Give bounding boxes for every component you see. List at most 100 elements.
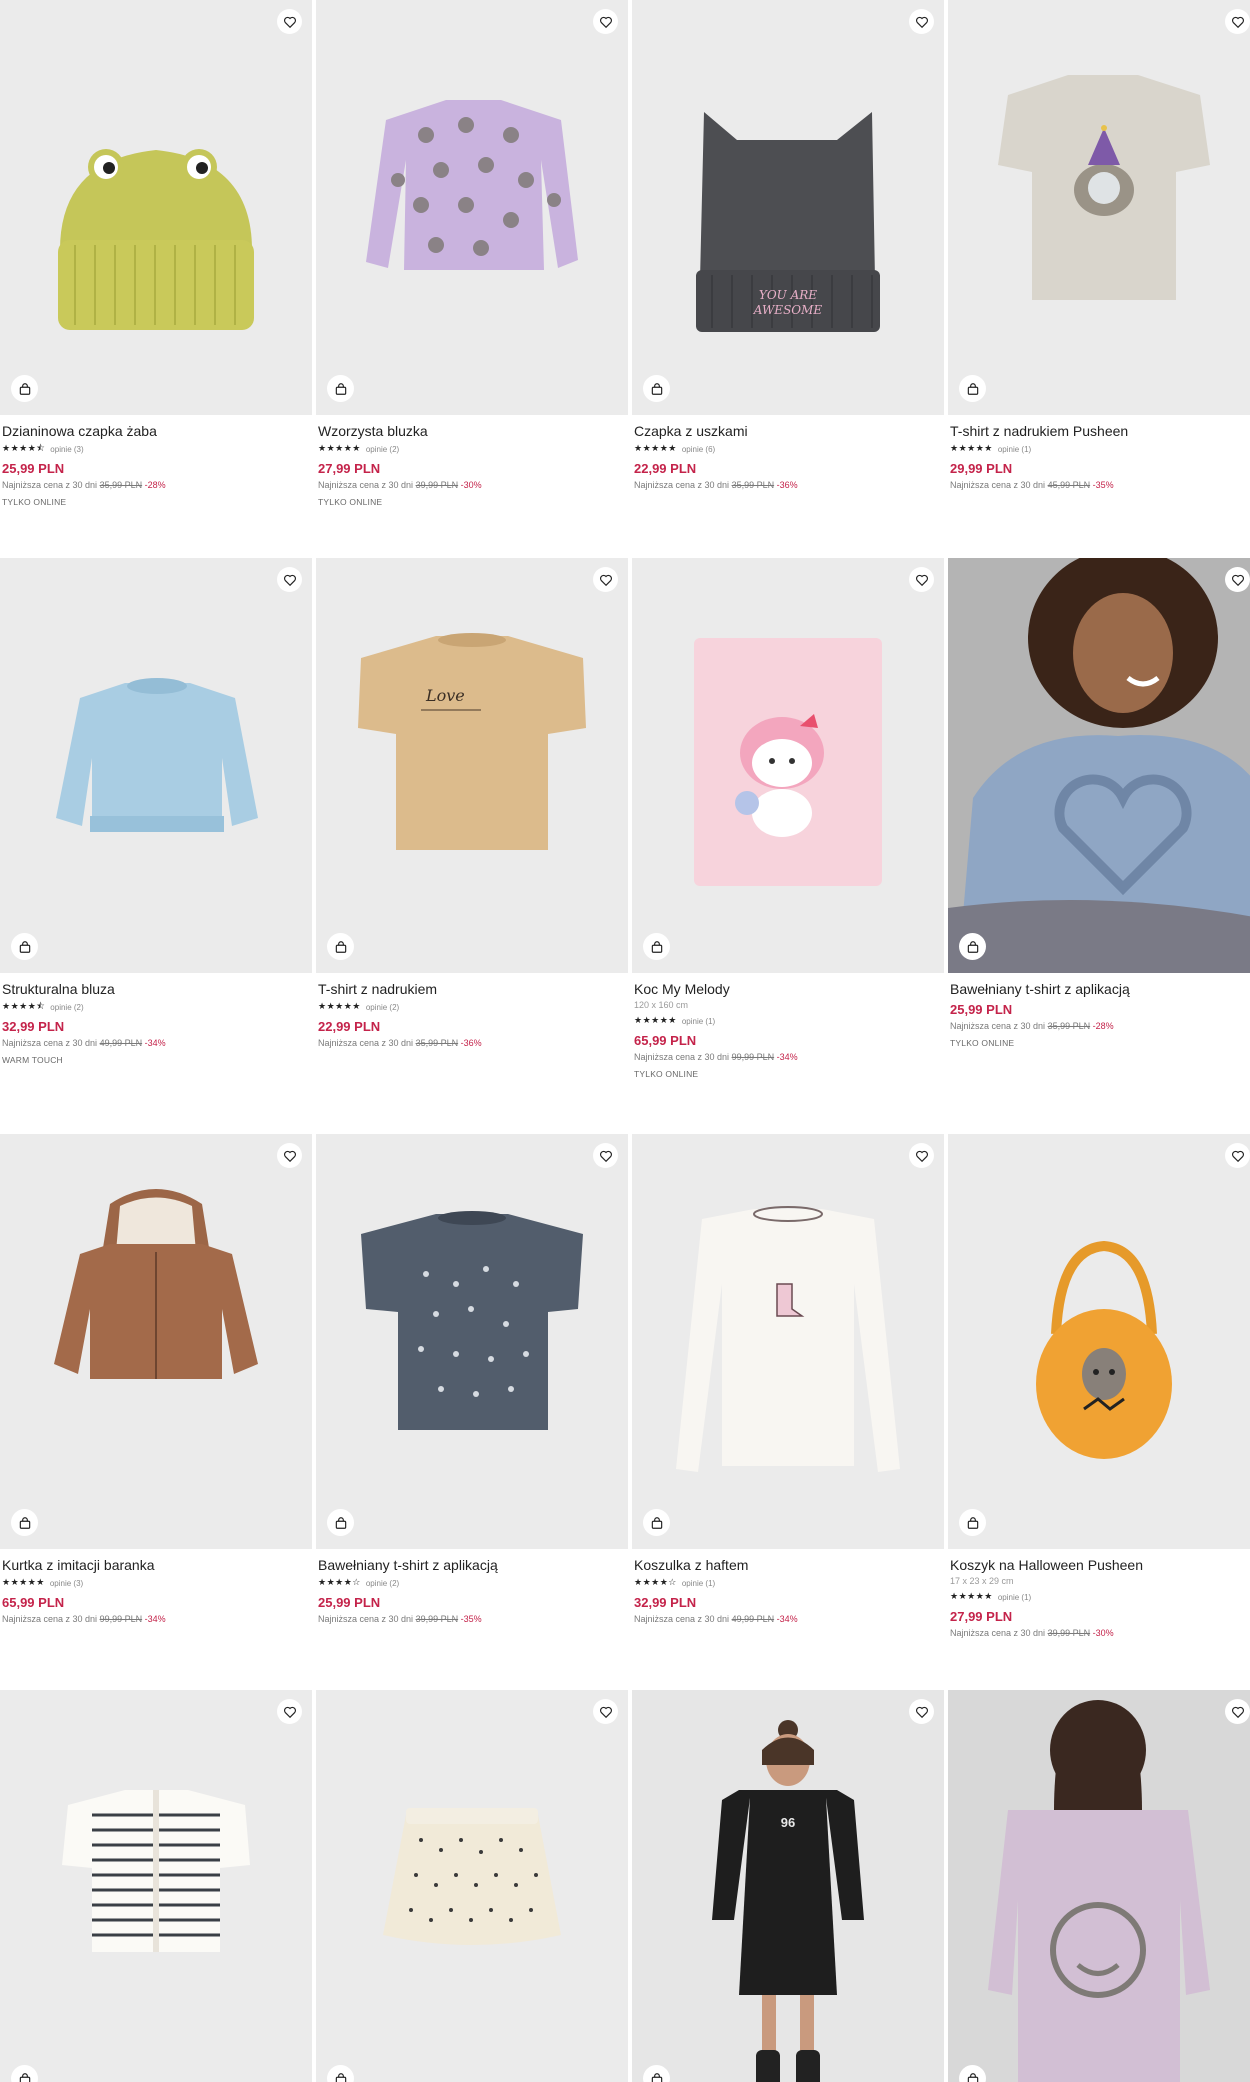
product-card[interactable]: Bawełniany t-shirt z aplikacją ★★★★☆ opin…: [316, 1134, 628, 1626]
product-card[interactable]: T-shirt z nadrukiem Pusheen ★★★★★ opinie …: [948, 0, 1250, 495]
product-image[interactable]: [948, 1690, 1250, 2082]
favorite-button[interactable]: [1225, 1699, 1250, 1724]
product-name[interactable]: Dzianinowa czapka żaba: [2, 422, 310, 440]
product-image[interactable]: [316, 0, 628, 415]
add-to-cart-button[interactable]: [643, 375, 670, 402]
product-image[interactable]: [0, 558, 312, 973]
favorite-button[interactable]: [277, 567, 302, 592]
product-image[interactable]: YOU ARE AWESOME: [632, 0, 944, 415]
lowest-price-info: Najniższa cena z 30 dni 39,99 PLN -35%: [318, 1612, 626, 1626]
product-image[interactable]: [0, 1134, 312, 1549]
add-to-cart-button[interactable]: [959, 375, 986, 402]
add-to-cart-button[interactable]: [11, 1509, 38, 1536]
product-card[interactable]: Bawełniany t-shirt z aplikacją 25,99 PLN…: [948, 558, 1250, 1050]
favorite-button[interactable]: [1225, 567, 1250, 592]
add-to-cart-button[interactable]: [643, 933, 670, 960]
product-name[interactable]: Bawełniany t-shirt z aplikacją: [950, 980, 1250, 998]
product-rating: ★★★★★ opinie (1): [950, 441, 1250, 457]
review-count[interactable]: opinie (2): [366, 1579, 399, 1588]
heart-icon: [283, 16, 296, 28]
product-card[interactable]: Dzianinowa czapka żaba ★★★★⯪ opinie (3) 2…: [0, 0, 312, 509]
product-image[interactable]: [0, 0, 312, 415]
review-count[interactable]: opinie (6): [682, 445, 715, 454]
favorite-button[interactable]: [1225, 1143, 1250, 1168]
favorite-button[interactable]: [909, 1699, 934, 1724]
product-image[interactable]: [948, 1134, 1250, 1549]
product-name[interactable]: T-shirt z nadrukiem: [318, 980, 626, 998]
review-count[interactable]: opinie (1): [682, 1017, 715, 1026]
product-rating: ★★★★★ opinie (2): [318, 999, 626, 1015]
favorite-button[interactable]: [277, 9, 302, 34]
add-to-cart-button[interactable]: [11, 375, 38, 402]
product-card[interactable]: [316, 1690, 628, 2082]
review-count[interactable]: opinie (2): [366, 1003, 399, 1012]
product-card[interactable]: Koc My Melody 120 x 160 cm ★★★★★ opinie (…: [632, 558, 944, 1081]
favorite-button[interactable]: [593, 9, 618, 34]
add-to-cart-button[interactable]: [327, 933, 354, 960]
beige-tshirt-image: [316, 558, 628, 973]
product-price: 22,99 PLN: [318, 1019, 381, 1034]
add-to-cart-button[interactable]: [327, 375, 354, 402]
product-name[interactable]: Koszyk na Halloween Pusheen: [950, 1556, 1250, 1574]
product-name[interactable]: Wzorzysta bluzka: [318, 422, 626, 440]
review-count[interactable]: opinie (1): [998, 445, 1031, 454]
product-image[interactable]: [632, 558, 944, 973]
old-price: 39,99 PLN: [415, 1614, 459, 1624]
add-to-cart-button[interactable]: [643, 1509, 670, 1536]
heart-icon: [283, 1150, 296, 1162]
product-card[interactable]: Koszulka z haftem ★★★★☆ opinie (1) 32,99 …: [632, 1134, 944, 1626]
product-image[interactable]: [316, 1134, 628, 1549]
product-card[interactable]: Strukturalna bluza ★★★★⯪ opinie (2) 32,99…: [0, 558, 312, 1067]
product-card[interactable]: Kurtka z imitacji baranka ★★★★★ opinie (3…: [0, 1134, 312, 1626]
product-name[interactable]: Czapka z uszkami: [634, 422, 942, 440]
review-count[interactable]: opinie (1): [682, 1579, 715, 1588]
product-card[interactable]: Love T-shirt z nadrukiem ★★★★★ opinie (2)…: [316, 558, 628, 1053]
favorite-button[interactable]: [593, 567, 618, 592]
product-image[interactable]: [0, 1690, 312, 2082]
product-name[interactable]: Bawełniany t-shirt z aplikacją: [318, 1556, 626, 1574]
white-longsleeve-image: [632, 1134, 944, 1549]
product-image[interactable]: [632, 1134, 944, 1549]
review-count[interactable]: opinie (2): [366, 445, 399, 454]
product-price: 25,99 PLN: [318, 1595, 381, 1610]
discount: -34%: [144, 1038, 166, 1048]
favorite-button[interactable]: [1225, 9, 1250, 34]
review-count[interactable]: opinie (3): [50, 445, 83, 454]
favorite-button[interactable]: [277, 1699, 302, 1724]
favorite-button[interactable]: [593, 1699, 618, 1724]
add-to-cart-button[interactable]: [959, 1509, 986, 1536]
product-image[interactable]: [316, 1690, 628, 2082]
review-count[interactable]: opinie (1): [998, 1593, 1031, 1602]
old-price: 39,99 PLN: [1047, 1628, 1091, 1638]
heart-icon: [915, 1150, 928, 1162]
product-image[interactable]: 96: [632, 1690, 944, 2082]
product-name[interactable]: Kurtka z imitacji baranka: [2, 1556, 310, 1574]
product-card[interactable]: [948, 1690, 1250, 2082]
favorite-button[interactable]: [909, 1143, 934, 1168]
product-image[interactable]: Love: [316, 558, 628, 973]
review-count[interactable]: opinie (3): [50, 1579, 83, 1588]
favorite-button[interactable]: [277, 1143, 302, 1168]
product-name[interactable]: Koc My Melody: [634, 980, 942, 998]
halloween-basket-image: [948, 1134, 1250, 1549]
product-card[interactable]: [0, 1690, 312, 2082]
girl-heart-tshirt-photo: [948, 558, 1250, 973]
product-card[interactable]: 96: [632, 1690, 944, 2082]
add-to-cart-button[interactable]: [959, 933, 986, 960]
heart-icon: [1231, 16, 1244, 28]
favorite-button[interactable]: [909, 9, 934, 34]
product-card[interactable]: Koszyk na Halloween Pusheen 17 x 23 x 29…: [948, 1134, 1250, 1640]
product-name[interactable]: Koszulka z haftem: [634, 1556, 942, 1574]
product-image[interactable]: [948, 558, 1250, 973]
add-to-cart-button[interactable]: [11, 933, 38, 960]
add-to-cart-button[interactable]: [327, 1509, 354, 1536]
product-name[interactable]: T-shirt z nadrukiem Pusheen: [950, 422, 1250, 440]
product-name[interactable]: Strukturalna bluza: [2, 980, 310, 998]
product-price: 65,99 PLN: [634, 1033, 697, 1048]
product-card[interactable]: YOU ARE AWESOME Czapka z uszkami ★★★★★ op…: [632, 0, 944, 495]
product-card[interactable]: Wzorzysta bluzka ★★★★★ opinie (2) 27,99 P…: [316, 0, 628, 509]
review-count[interactable]: opinie (2): [50, 1003, 83, 1012]
product-image[interactable]: [948, 0, 1250, 415]
favorite-button[interactable]: [909, 567, 934, 592]
favorite-button[interactable]: [593, 1143, 618, 1168]
